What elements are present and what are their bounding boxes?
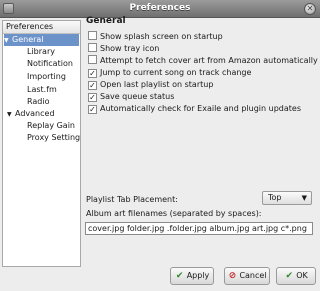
checkbox-amazon-cover-art[interactable]: Attempt to fetch cover art from Amazon a… bbox=[88, 55, 318, 66]
album-art-label: Album art filenames (separated by spaces… bbox=[86, 209, 262, 218]
checkbox-checked[interactable]: ✓ bbox=[88, 69, 97, 78]
expander-icon[interactable]: ▼ bbox=[7, 109, 15, 121]
sidebar-item-notification[interactable]: Notification bbox=[27, 58, 73, 70]
sidebar-item-label: General bbox=[12, 35, 44, 44]
sidebar-item-label: Library bbox=[27, 47, 55, 56]
album-art-filenames-input[interactable]: cover.jpg folder.jpg .folder.jpg album.j… bbox=[85, 222, 313, 235]
sidebar-item-label: Advanced bbox=[15, 109, 55, 118]
checkbox-tray-icon[interactable]: Show tray icon bbox=[88, 43, 159, 54]
checkbox[interactable] bbox=[88, 43, 97, 52]
check-icon: ✔ bbox=[175, 271, 184, 281]
sidebar-item-importing[interactable]: Importing bbox=[27, 71, 66, 83]
sidebar-item-lastfm[interactable]: Last.fm bbox=[27, 84, 57, 96]
sidebar-item-replay-gain[interactable]: Replay Gain bbox=[27, 120, 75, 132]
sidebar-item-radio[interactable]: Radio bbox=[27, 96, 49, 108]
checkbox-splash-screen[interactable]: Show splash screen on startup bbox=[88, 31, 223, 42]
title-bar: Preferences ✕ bbox=[0, 0, 320, 18]
checkbox-check-updates[interactable]: ✓ Automatically check for Exaile and plug… bbox=[88, 103, 301, 114]
checkbox[interactable] bbox=[88, 31, 97, 40]
sidebar-header[interactable]: Preferences bbox=[3, 21, 80, 34]
tab-placement-label: Playlist Tab Placement: bbox=[86, 195, 178, 204]
close-icon: ✕ bbox=[306, 4, 314, 13]
checkbox-label: Automatically check for Exaile and plugi… bbox=[100, 104, 301, 113]
ok-button[interactable]: ✔ OK bbox=[276, 267, 316, 285]
preferences-window: Preferences ✕ Preferences ▼ General Libra… bbox=[0, 0, 320, 291]
sidebar-tree: Preferences ▼ General Library Notificatio… bbox=[2, 20, 81, 267]
checkbox-label: Open last playlist on startup bbox=[100, 80, 214, 89]
check-icon: ✔ bbox=[285, 271, 293, 281]
tab-placement-value: Top bbox=[268, 193, 282, 202]
checkbox-label: Show splash screen on startup bbox=[100, 32, 223, 41]
checkbox-checked[interactable]: ✓ bbox=[88, 81, 97, 90]
sidebar-item-advanced[interactable]: ▼ Advanced bbox=[7, 108, 55, 120]
sidebar-item-proxy-settings[interactable]: Proxy Settings bbox=[27, 132, 80, 144]
sidebar-item-general[interactable]: ▼ General bbox=[4, 34, 79, 46]
close-button[interactable]: ✕ bbox=[304, 3, 316, 15]
checkbox-label: Show tray icon bbox=[100, 44, 160, 53]
cancel-label: Cancel bbox=[239, 271, 267, 280]
ok-label: OK bbox=[296, 271, 308, 280]
sidebar-item-label: Notification bbox=[27, 59, 73, 68]
sidebar-item-label: Last.fm bbox=[27, 85, 57, 94]
sidebar-item-label: Importing bbox=[27, 72, 66, 81]
checkbox[interactable] bbox=[88, 55, 97, 64]
apply-label: Apply bbox=[186, 271, 210, 280]
checkbox-label: Attempt to fetch cover art from Amazon a… bbox=[100, 56, 318, 65]
sidebar-item-library[interactable]: Library bbox=[27, 46, 55, 58]
checkbox-checked[interactable]: ✓ bbox=[88, 93, 97, 102]
sidebar-item-label: Replay Gain bbox=[27, 121, 75, 130]
checkbox-jump-to-current[interactable]: ✓ Jump to current song on track change bbox=[88, 67, 251, 78]
sidebar-item-label: Proxy Settings bbox=[27, 133, 80, 142]
checkbox-label: Jump to current song on track change bbox=[100, 68, 252, 77]
tab-placement-select[interactable]: Top ▼ bbox=[262, 191, 312, 205]
cancel-button[interactable]: ⊘ Cancel bbox=[224, 267, 270, 285]
chevron-down-icon: ▼ bbox=[301, 194, 307, 202]
panel-title: General bbox=[86, 16, 126, 26]
checkbox-checked[interactable]: ✓ bbox=[88, 105, 97, 114]
checkbox-label: Save queue status bbox=[100, 92, 175, 101]
sidebar-item-label: Radio bbox=[27, 97, 50, 106]
window-title: Preferences bbox=[129, 3, 191, 13]
checkbox-open-last-playlist[interactable]: ✓ Open last playlist on startup bbox=[88, 79, 213, 90]
cancel-icon: ⊘ bbox=[228, 271, 237, 281]
expander-icon[interactable]: ▼ bbox=[4, 35, 12, 47]
checkbox-save-queue[interactable]: ✓ Save queue status bbox=[88, 91, 174, 102]
apply-button[interactable]: ✔ Apply bbox=[170, 267, 214, 285]
